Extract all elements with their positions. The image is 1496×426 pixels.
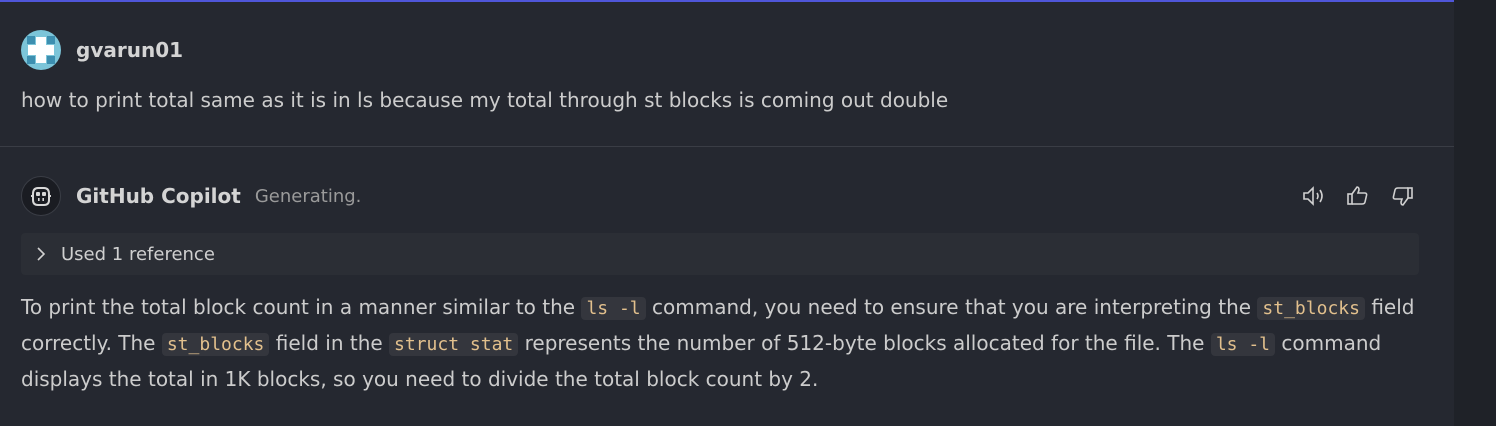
inline-code: struct stat bbox=[389, 333, 519, 356]
references-toggle[interactable]: Used 1 reference bbox=[21, 233, 1419, 275]
chevron-right-icon bbox=[35, 247, 49, 261]
inline-code: st_blocks bbox=[161, 333, 270, 356]
speaker-icon[interactable] bbox=[1300, 182, 1328, 210]
message-divider bbox=[0, 146, 1454, 147]
response-line-1: To print the total block count in a mann… bbox=[21, 295, 1415, 320]
thumbs-up-icon[interactable] bbox=[1344, 182, 1372, 210]
assistant-response: To print the total block count in a mann… bbox=[21, 290, 1441, 396]
assistant-name: GitHub Copilot bbox=[76, 184, 241, 208]
references-label: Used 1 reference bbox=[61, 243, 215, 265]
thumbs-down-icon[interactable] bbox=[1388, 182, 1416, 210]
assistant-message-header: GitHub Copilot Generating. bbox=[21, 176, 361, 216]
active-chat-accent-bar bbox=[0, 0, 1454, 2]
scrollbar-gutter[interactable] bbox=[1454, 0, 1496, 426]
inline-code: ls -l bbox=[581, 297, 646, 320]
response-actions bbox=[1300, 182, 1416, 210]
response-line-2: correctly. The st_blocks field in the st… bbox=[21, 331, 1382, 356]
user-avatar bbox=[21, 30, 61, 70]
user-message-text: how to print total same as it is in ls b… bbox=[21, 88, 949, 112]
user-message-header: gvarun01 bbox=[21, 30, 183, 70]
username: gvarun01 bbox=[76, 38, 184, 62]
generation-status: Generating. bbox=[254, 185, 362, 207]
response-line-3: displays the total in 1K blocks, so you … bbox=[21, 367, 819, 391]
copilot-avatar-icon bbox=[21, 176, 61, 216]
inline-code: st_blocks bbox=[1257, 297, 1365, 320]
inline-code: ls -l bbox=[1210, 333, 1276, 356]
